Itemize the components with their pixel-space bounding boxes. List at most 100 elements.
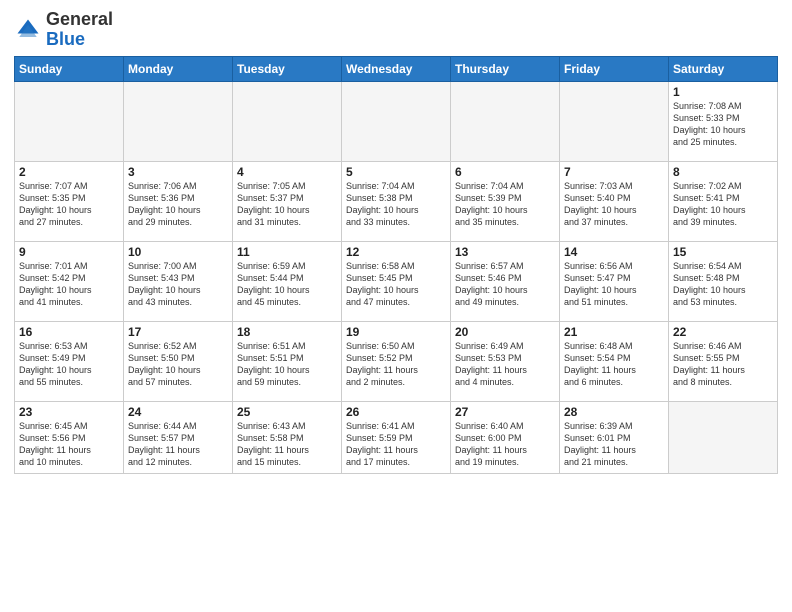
- calendar-cell: 12Sunrise: 6:58 AM Sunset: 5:45 PM Dayli…: [342, 241, 451, 321]
- calendar-day-header: Friday: [560, 56, 669, 81]
- day-number: 4: [237, 165, 337, 179]
- calendar-day-header: Saturday: [669, 56, 778, 81]
- day-info: Sunrise: 7:02 AM Sunset: 5:41 PM Dayligh…: [673, 180, 773, 229]
- day-info: Sunrise: 6:43 AM Sunset: 5:58 PM Dayligh…: [237, 420, 337, 469]
- calendar-table: SundayMondayTuesdayWednesdayThursdayFrid…: [14, 56, 778, 474]
- day-number: 1: [673, 85, 773, 99]
- calendar-week-row: 23Sunrise: 6:45 AM Sunset: 5:56 PM Dayli…: [15, 401, 778, 473]
- day-number: 12: [346, 245, 446, 259]
- calendar-cell: 26Sunrise: 6:41 AM Sunset: 5:59 PM Dayli…: [342, 401, 451, 473]
- day-number: 17: [128, 325, 228, 339]
- day-info: Sunrise: 7:08 AM Sunset: 5:33 PM Dayligh…: [673, 100, 773, 149]
- calendar-cell: 15Sunrise: 6:54 AM Sunset: 5:48 PM Dayli…: [669, 241, 778, 321]
- calendar-day-header: Thursday: [451, 56, 560, 81]
- day-number: 15: [673, 245, 773, 259]
- day-number: 7: [564, 165, 664, 179]
- calendar-day-header: Monday: [124, 56, 233, 81]
- day-number: 6: [455, 165, 555, 179]
- day-info: Sunrise: 7:07 AM Sunset: 5:35 PM Dayligh…: [19, 180, 119, 229]
- day-number: 8: [673, 165, 773, 179]
- day-number: 14: [564, 245, 664, 259]
- day-info: Sunrise: 6:46 AM Sunset: 5:55 PM Dayligh…: [673, 340, 773, 389]
- day-number: 24: [128, 405, 228, 419]
- calendar-cell: [560, 81, 669, 161]
- day-info: Sunrise: 6:54 AM Sunset: 5:48 PM Dayligh…: [673, 260, 773, 309]
- calendar-cell: [451, 81, 560, 161]
- day-number: 23: [19, 405, 119, 419]
- calendar-cell: 18Sunrise: 6:51 AM Sunset: 5:51 PM Dayli…: [233, 321, 342, 401]
- day-number: 26: [346, 405, 446, 419]
- day-info: Sunrise: 6:40 AM Sunset: 6:00 PM Dayligh…: [455, 420, 555, 469]
- page-header: General Blue: [14, 10, 778, 50]
- calendar-cell: 23Sunrise: 6:45 AM Sunset: 5:56 PM Dayli…: [15, 401, 124, 473]
- day-number: 5: [346, 165, 446, 179]
- calendar-cell: 8Sunrise: 7:02 AM Sunset: 5:41 PM Daylig…: [669, 161, 778, 241]
- calendar-week-row: 9Sunrise: 7:01 AM Sunset: 5:42 PM Daylig…: [15, 241, 778, 321]
- day-number: 13: [455, 245, 555, 259]
- calendar-cell: 13Sunrise: 6:57 AM Sunset: 5:46 PM Dayli…: [451, 241, 560, 321]
- calendar-cell: 4Sunrise: 7:05 AM Sunset: 5:37 PM Daylig…: [233, 161, 342, 241]
- day-number: 28: [564, 405, 664, 419]
- day-number: 9: [19, 245, 119, 259]
- day-info: Sunrise: 6:51 AM Sunset: 5:51 PM Dayligh…: [237, 340, 337, 389]
- calendar-cell: 6Sunrise: 7:04 AM Sunset: 5:39 PM Daylig…: [451, 161, 560, 241]
- calendar-cell: 16Sunrise: 6:53 AM Sunset: 5:49 PM Dayli…: [15, 321, 124, 401]
- calendar-cell: 22Sunrise: 6:46 AM Sunset: 5:55 PM Dayli…: [669, 321, 778, 401]
- day-info: Sunrise: 6:48 AM Sunset: 5:54 PM Dayligh…: [564, 340, 664, 389]
- day-info: Sunrise: 7:01 AM Sunset: 5:42 PM Dayligh…: [19, 260, 119, 309]
- calendar-cell: 17Sunrise: 6:52 AM Sunset: 5:50 PM Dayli…: [124, 321, 233, 401]
- day-number: 10: [128, 245, 228, 259]
- calendar-cell: 9Sunrise: 7:01 AM Sunset: 5:42 PM Daylig…: [15, 241, 124, 321]
- logo-icon: [14, 16, 42, 44]
- calendar-cell: 1Sunrise: 7:08 AM Sunset: 5:33 PM Daylig…: [669, 81, 778, 161]
- calendar-cell: 25Sunrise: 6:43 AM Sunset: 5:58 PM Dayli…: [233, 401, 342, 473]
- calendar-cell: 10Sunrise: 7:00 AM Sunset: 5:43 PM Dayli…: [124, 241, 233, 321]
- day-number: 19: [346, 325, 446, 339]
- calendar-cell: 2Sunrise: 7:07 AM Sunset: 5:35 PM Daylig…: [15, 161, 124, 241]
- calendar-cell: [342, 81, 451, 161]
- day-number: 27: [455, 405, 555, 419]
- day-info: Sunrise: 6:57 AM Sunset: 5:46 PM Dayligh…: [455, 260, 555, 309]
- day-info: Sunrise: 6:49 AM Sunset: 5:53 PM Dayligh…: [455, 340, 555, 389]
- calendar-cell: 24Sunrise: 6:44 AM Sunset: 5:57 PM Dayli…: [124, 401, 233, 473]
- calendar-week-row: 16Sunrise: 6:53 AM Sunset: 5:49 PM Dayli…: [15, 321, 778, 401]
- logo: General Blue: [14, 10, 113, 50]
- calendar-day-header: Sunday: [15, 56, 124, 81]
- day-info: Sunrise: 6:59 AM Sunset: 5:44 PM Dayligh…: [237, 260, 337, 309]
- day-info: Sunrise: 6:56 AM Sunset: 5:47 PM Dayligh…: [564, 260, 664, 309]
- calendar-day-header: Tuesday: [233, 56, 342, 81]
- calendar-cell: [124, 81, 233, 161]
- calendar-week-row: 2Sunrise: 7:07 AM Sunset: 5:35 PM Daylig…: [15, 161, 778, 241]
- calendar-week-row: 1Sunrise: 7:08 AM Sunset: 5:33 PM Daylig…: [15, 81, 778, 161]
- calendar-header-row: SundayMondayTuesdayWednesdayThursdayFrid…: [15, 56, 778, 81]
- calendar-cell: [233, 81, 342, 161]
- calendar-cell: 21Sunrise: 6:48 AM Sunset: 5:54 PM Dayli…: [560, 321, 669, 401]
- day-info: Sunrise: 6:39 AM Sunset: 6:01 PM Dayligh…: [564, 420, 664, 469]
- day-number: 16: [19, 325, 119, 339]
- logo-blue: Blue: [46, 29, 85, 49]
- calendar-cell: [15, 81, 124, 161]
- day-number: 25: [237, 405, 337, 419]
- calendar-cell: 27Sunrise: 6:40 AM Sunset: 6:00 PM Dayli…: [451, 401, 560, 473]
- day-info: Sunrise: 6:44 AM Sunset: 5:57 PM Dayligh…: [128, 420, 228, 469]
- day-info: Sunrise: 7:03 AM Sunset: 5:40 PM Dayligh…: [564, 180, 664, 229]
- calendar-cell: 7Sunrise: 7:03 AM Sunset: 5:40 PM Daylig…: [560, 161, 669, 241]
- day-info: Sunrise: 7:06 AM Sunset: 5:36 PM Dayligh…: [128, 180, 228, 229]
- calendar-cell: 14Sunrise: 6:56 AM Sunset: 5:47 PM Dayli…: [560, 241, 669, 321]
- calendar-cell: 19Sunrise: 6:50 AM Sunset: 5:52 PM Dayli…: [342, 321, 451, 401]
- logo-text: General Blue: [46, 10, 113, 50]
- day-info: Sunrise: 6:41 AM Sunset: 5:59 PM Dayligh…: [346, 420, 446, 469]
- calendar-cell: 28Sunrise: 6:39 AM Sunset: 6:01 PM Dayli…: [560, 401, 669, 473]
- day-number: 21: [564, 325, 664, 339]
- day-info: Sunrise: 7:00 AM Sunset: 5:43 PM Dayligh…: [128, 260, 228, 309]
- day-number: 20: [455, 325, 555, 339]
- day-info: Sunrise: 6:58 AM Sunset: 5:45 PM Dayligh…: [346, 260, 446, 309]
- day-number: 22: [673, 325, 773, 339]
- day-info: Sunrise: 7:05 AM Sunset: 5:37 PM Dayligh…: [237, 180, 337, 229]
- calendar-cell: 20Sunrise: 6:49 AM Sunset: 5:53 PM Dayli…: [451, 321, 560, 401]
- calendar-cell: 3Sunrise: 7:06 AM Sunset: 5:36 PM Daylig…: [124, 161, 233, 241]
- logo-general: General: [46, 9, 113, 29]
- day-info: Sunrise: 7:04 AM Sunset: 5:39 PM Dayligh…: [455, 180, 555, 229]
- day-number: 11: [237, 245, 337, 259]
- day-number: 2: [19, 165, 119, 179]
